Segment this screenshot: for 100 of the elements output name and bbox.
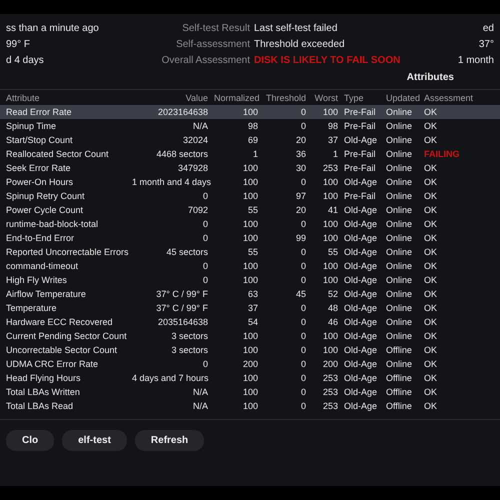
table-row[interactable]: Power-On Hours 1 month and 4 days 100 0 100 Old-Age Online OK bbox=[0, 175, 500, 189]
normalized-cell-text: 100 bbox=[242, 373, 259, 383]
updated-cell-text: Online bbox=[386, 331, 414, 341]
normalized-cell-text: 100 bbox=[242, 219, 259, 229]
threshold-cell-text: 97 bbox=[294, 191, 307, 201]
worst-cell-text: 253 bbox=[322, 401, 339, 411]
threshold-cell-text: 0 bbox=[300, 373, 307, 383]
column-header: Assessment bbox=[424, 92, 474, 102]
worst-cell-text: 37 bbox=[326, 135, 339, 145]
table-row[interactable]: Airflow Temperature 37° C / 99° F 63 45 52 Old-Age Online OK bbox=[0, 287, 500, 301]
type-cell-text: Old-Age bbox=[344, 261, 378, 271]
assessment-cell-text: OK bbox=[424, 177, 438, 187]
value-cell-text: 2035164638 bbox=[156, 317, 209, 327]
assessment-cell-text: FAILING bbox=[424, 149, 460, 159]
updated-cell-text: Online bbox=[386, 121, 414, 131]
value-cell-text: 3 sectors bbox=[170, 331, 209, 341]
table-row[interactable]: Seek Error Rate 347928 100 30 253 Pre-Fail Online OK bbox=[0, 161, 500, 175]
attribute-name: Power Cycle Count bbox=[6, 205, 84, 215]
worst-cell-text: 100 bbox=[322, 219, 339, 229]
threshold-cell-text: 0 bbox=[300, 261, 307, 271]
worst-cell-text: 98 bbox=[326, 121, 339, 131]
status-text: ed bbox=[482, 22, 494, 34]
type-cell-text: Old-Age bbox=[344, 275, 378, 285]
table-row[interactable]: High Fly Writes 0 100 0 100 Old-Age Online OK bbox=[0, 273, 500, 287]
type-cell-text: Old-Age bbox=[344, 219, 378, 229]
table-row[interactable]: Power Cycle Count 7092 55 20 41 Old-Age Online OK bbox=[0, 203, 500, 217]
status-text: 37° bbox=[478, 38, 494, 50]
attribute-name: command-timeout bbox=[6, 261, 80, 271]
action-button[interactable]: Clo bbox=[6, 430, 54, 451]
table-row[interactable]: runtime-bad-block-total 0 100 0 100 Old-Age Online OK bbox=[0, 217, 500, 231]
attribute-name: Temperature bbox=[6, 303, 58, 313]
value-cell: 1 month and 4 days bbox=[132, 177, 212, 187]
threshold-cell-text: 0 bbox=[300, 345, 307, 355]
attribute-name: runtime-bad-block-total bbox=[6, 219, 100, 229]
status-text: ss than a minute ago bbox=[6, 22, 100, 34]
table-row[interactable]: Head Flying Hours 4 days and 7 hours 100 0 253 Old-Age Offline OK bbox=[0, 371, 500, 385]
table-row[interactable]: Current Pending Sector Count 3 sectors 100 0 100 Old-Age Online OK bbox=[0, 329, 500, 343]
updated-cell-text: Online bbox=[386, 135, 414, 145]
normalized-cell-text: 55 bbox=[246, 205, 259, 215]
threshold-cell-text: 0 bbox=[300, 177, 307, 187]
worst-cell-text: 253 bbox=[322, 163, 339, 173]
updated-cell-text: Offline bbox=[386, 387, 413, 397]
status-text: d 4 days bbox=[6, 54, 45, 66]
column-header: Updated bbox=[386, 92, 422, 102]
value-cell-text: 32024 bbox=[182, 135, 209, 145]
table-row[interactable]: command-timeout 0 100 0 100 Old-Age Online OK bbox=[0, 259, 500, 273]
table-row[interactable]: Temperature 37° C / 99° F 37 0 48 Old-Age Online OK bbox=[0, 301, 500, 315]
table-row[interactable]: Total LBAs Written N/A 100 0 253 Old-Age Offline OK bbox=[0, 385, 500, 399]
type-cell-text: Old-Age bbox=[344, 345, 378, 355]
updated-cell-text: Online bbox=[386, 205, 414, 215]
threshold-cell-text: 0 bbox=[300, 317, 307, 327]
field-value: DISK IS LIKELY TO FAIL SOON bbox=[254, 54, 402, 66]
value-cell-text: N/A bbox=[192, 401, 209, 411]
worst-cell-text: 100 bbox=[322, 233, 339, 243]
action-button[interactable]: Refresh bbox=[134, 430, 204, 451]
updated-cell-text: Offline bbox=[386, 345, 413, 355]
threshold-cell-text: 45 bbox=[294, 289, 307, 299]
value-cell-text: 2023164638 bbox=[156, 107, 209, 117]
worst-cell-text: 100 bbox=[322, 345, 339, 355]
attribute-name: Uncorrectable Sector Count bbox=[6, 345, 118, 355]
attribute-name: UDMA CRC Error Rate bbox=[6, 359, 100, 369]
attribute-name: Seek Error Rate bbox=[6, 163, 72, 173]
normalized-cell-text: 100 bbox=[242, 387, 259, 397]
field-label: Self-test Result bbox=[181, 22, 250, 34]
value-cell-text: 0 bbox=[202, 359, 209, 369]
threshold-cell-text: 0 bbox=[300, 121, 307, 131]
normalized-cell-text: 37 bbox=[246, 303, 259, 313]
table-row[interactable]: Read Error Rate 2023164638 100 0 100 Pre-Fail Online OK bbox=[0, 105, 500, 119]
threshold-cell-text: 0 bbox=[300, 219, 307, 229]
table-row[interactable]: Reported Uncorrectable Errors 45 sectors 55 0 55 Old-Age Online OK bbox=[0, 245, 500, 259]
value-cell-text: 0 bbox=[202, 219, 209, 229]
updated-cell-text: Offline bbox=[386, 401, 413, 411]
worst-cell-text: 100 bbox=[322, 107, 339, 117]
table-row[interactable]: End-to-End Error 0 100 99 100 Old-Age Online OK bbox=[0, 231, 500, 245]
updated-cell-text: Online bbox=[386, 177, 414, 187]
table-row[interactable]: Hardware ECC Recovered 2035164638 54 0 46 Old-Age Online OK bbox=[0, 315, 500, 329]
updated-cell-text: Online bbox=[386, 317, 414, 327]
threshold-cell-text: 0 bbox=[300, 107, 307, 117]
table-row[interactable]: UDMA CRC Error Rate 0 200 0 200 Old-Age Online OK bbox=[0, 357, 500, 371]
threshold-cell-text: 0 bbox=[300, 275, 307, 285]
value-cell-text: N/A bbox=[192, 387, 209, 397]
updated-cell-text: Online bbox=[386, 107, 414, 117]
value-cell-text: N/A bbox=[192, 121, 209, 131]
table-row[interactable]: Uncorrectable Sector Count 3 sectors 100 0 100 Old-Age Offline OK bbox=[0, 343, 500, 357]
table-row[interactable]: Start/Stop Count 32024 69 20 37 Old-Age Online OK bbox=[0, 133, 500, 147]
table-row[interactable]: Spinup Retry Count 0 100 97 100 Pre-Fail Online OK bbox=[0, 189, 500, 203]
type-cell-text: Old-Age bbox=[344, 205, 378, 215]
threshold-cell-text: 99 bbox=[294, 233, 307, 243]
assessment-cell-text: OK bbox=[424, 163, 438, 173]
table-row[interactable]: Total LBAs Read N/A 100 0 253 Old-Age Offline OK bbox=[0, 399, 500, 413]
assessment-cell-text: OK bbox=[424, 359, 438, 369]
type-cell-text: Pre-Fail bbox=[344, 121, 377, 131]
updated-cell-text: Offline bbox=[386, 373, 413, 383]
action-button[interactable]: elf-test bbox=[62, 430, 127, 451]
status-text: 1 month bbox=[456, 54, 494, 66]
normalized-cell-text: 200 bbox=[242, 359, 259, 369]
type-cell-text: Old-Age bbox=[344, 177, 378, 187]
table-row[interactable]: Reallocated Sector Count 4468 sectors 1 36 1 Pre-Fail Online FAILING bbox=[0, 147, 500, 161]
table-row[interactable]: Spinup Time N/A 98 0 98 Pre-Fail Online OK bbox=[0, 119, 500, 133]
normalized-cell-text: 100 bbox=[242, 331, 259, 341]
